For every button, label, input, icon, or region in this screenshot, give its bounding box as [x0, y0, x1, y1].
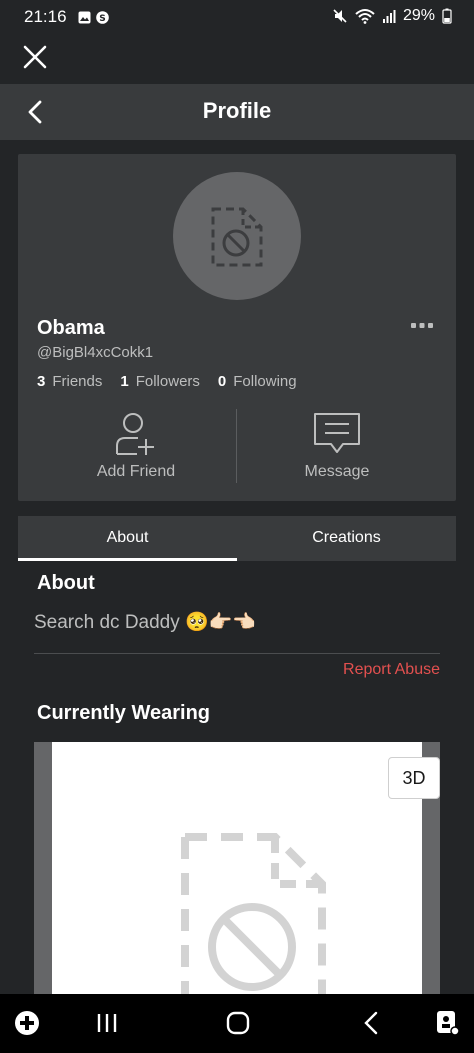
app-notification-icon: S [96, 11, 109, 24]
recent-apps-icon[interactable] [92, 1008, 122, 1038]
friends-count: 3 [37, 373, 46, 390]
gallery-icon [78, 11, 91, 24]
about-heading: About [37, 572, 95, 594]
game-launcher-icon[interactable] [12, 1008, 42, 1038]
currently-wearing-heading: Currently Wearing [37, 702, 210, 724]
followers-count: 1 [120, 373, 129, 390]
friends-label: Friends [52, 373, 103, 390]
broken-file-icon [211, 207, 263, 267]
message-label: Message [304, 463, 370, 480]
message-icon [314, 413, 360, 453]
home-icon[interactable] [223, 1008, 253, 1038]
display-name: Obama [37, 317, 105, 339]
battery-percent: 29% [402, 7, 435, 24]
mute-icon [333, 9, 347, 23]
avatar[interactable] [173, 172, 301, 300]
system-nav-bar [0, 994, 474, 1053]
about-description: Search dc Daddy 🥺👉🏻👈🏻 [34, 612, 256, 633]
followers-stat[interactable]: 1 Followers [120, 373, 200, 390]
signal-icon [382, 10, 396, 23]
about-divider [34, 653, 440, 654]
avatar-preview: 3D [34, 742, 440, 1002]
avatar-preview-canvas[interactable] [52, 742, 422, 1002]
following-count: 0 [217, 373, 227, 390]
report-abuse-link[interactable]: Report Abuse [343, 661, 440, 679]
more-options-icon[interactable] [411, 322, 433, 330]
message-button[interactable]: Message [237, 406, 437, 486]
add-friend-label: Add Friend [96, 463, 176, 480]
wifi-icon [355, 9, 375, 24]
svg-text:S: S [99, 14, 105, 24]
top-bar [0, 34, 474, 84]
status-bar: 21:16 S 29% [0, 0, 474, 34]
following-stat[interactable]: 0 Following [218, 373, 297, 390]
view-3d-button[interactable]: 3D [388, 757, 440, 799]
friends-stat[interactable]: 3 Friends [37, 373, 102, 390]
tab-creations[interactable]: Creations [237, 516, 456, 561]
back-nav-icon[interactable] [357, 1008, 387, 1038]
page-title: Profile [202, 98, 272, 123]
followers-label: Followers [135, 373, 200, 390]
broken-file-icon [181, 833, 326, 1002]
battery-icon [442, 8, 452, 24]
add-friend-button[interactable]: Add Friend [36, 406, 236, 486]
add-friend-icon [116, 413, 154, 455]
accessibility-icon[interactable] [432, 1008, 462, 1038]
status-time: 21:16 [24, 7, 67, 26]
header: Profile [0, 84, 474, 140]
close-icon[interactable] [22, 44, 48, 70]
following-label: Following [233, 373, 297, 390]
username: @BigBl4xcCokk1 [37, 344, 154, 361]
profile-stats: 3 Friends 1 Followers 0 Following [37, 373, 297, 390]
status-icons: 29% [332, 7, 452, 25]
profile-tabs: About Creations [18, 516, 456, 561]
profile-card: Obama @BigBl4xcCokk1 3 Friends 1 Followers… [18, 154, 456, 501]
tab-about[interactable]: About [18, 516, 237, 561]
